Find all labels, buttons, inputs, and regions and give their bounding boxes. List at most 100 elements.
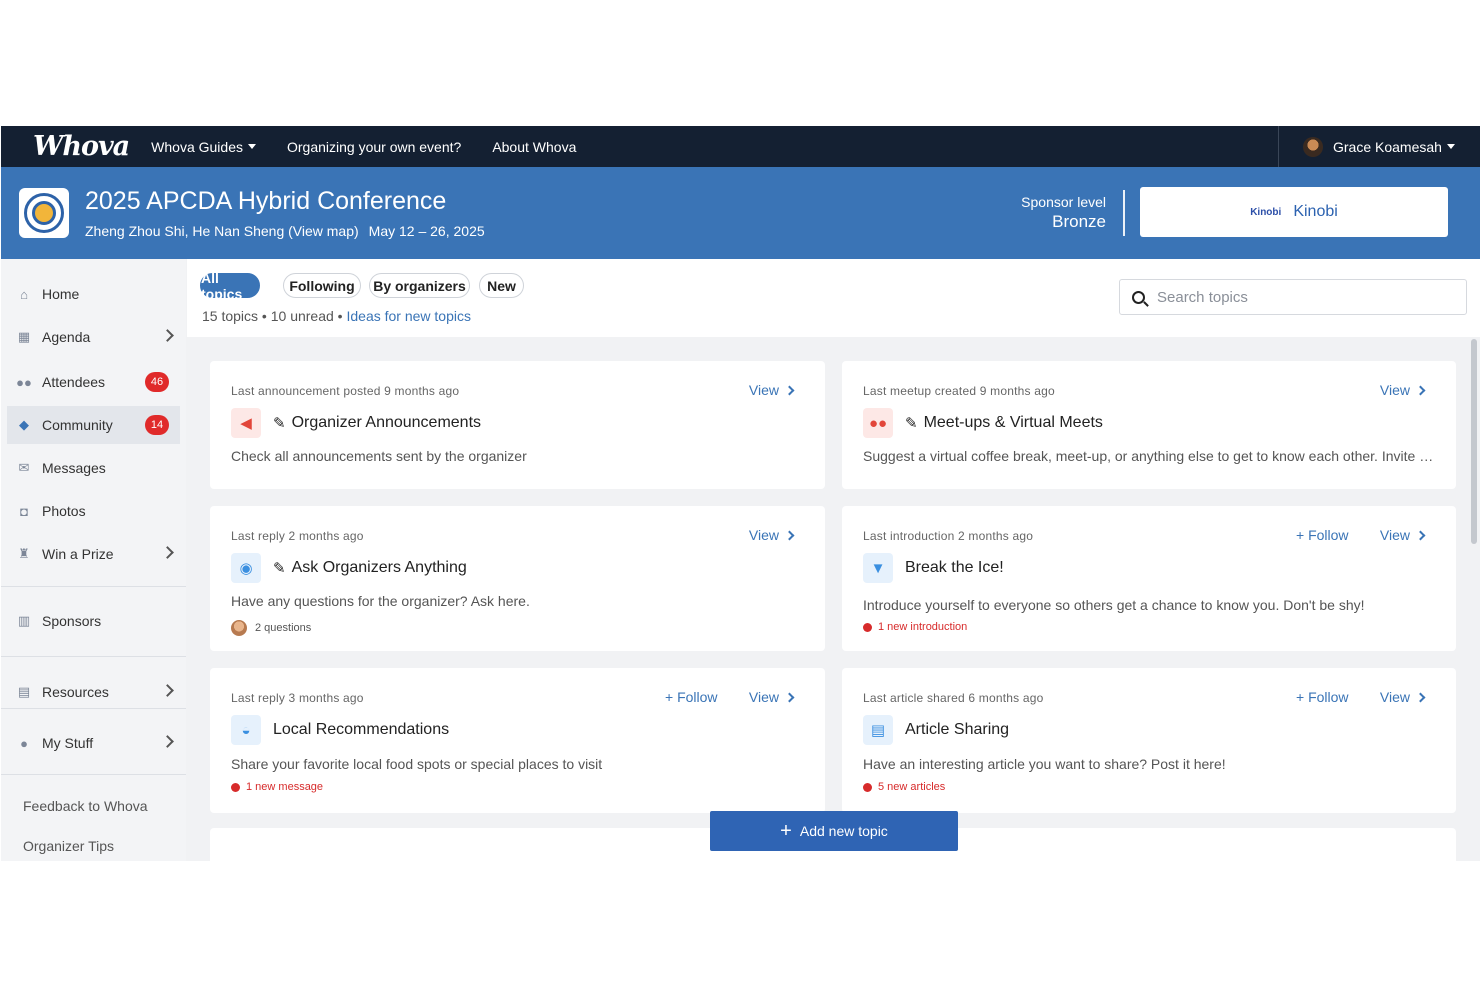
card-title-row: ◀ ✎ Organizer Announcements [231, 408, 481, 438]
follow-button[interactable]: + Follow [1296, 527, 1349, 543]
event-dates: May 12 – 26, 2025 [368, 223, 485, 239]
topics-count: 15 topics [202, 308, 259, 324]
plus-icon: + [780, 820, 792, 842]
speech-bubble-icon: ◉ [231, 553, 261, 583]
calendar-icon: ▦ [17, 329, 31, 344]
caret-down-icon [1446, 144, 1455, 149]
card-title: Ask Organizers Anything [291, 559, 467, 576]
unread-count: 10 unread [270, 308, 334, 324]
user-name: Grace Koamesah [1333, 138, 1442, 155]
event-location[interactable]: Zheng Zhou Shi, He Nan Sheng (View map) [85, 223, 359, 239]
card-title: Article Sharing [905, 721, 1010, 738]
topic-card-article-sharing[interactable]: Last article shared 6 months ago + Follo… [842, 668, 1456, 813]
feedback-link[interactable]: Feedback to Whova [23, 798, 148, 814]
sidebar-item-community[interactable]: ◆ Community 14 [7, 406, 180, 444]
sidebar-divider [1, 774, 186, 775]
app-window: Whova Whova Guides Organizing your own e… [1, 126, 1480, 861]
nav-organizing-event[interactable]: Organizing your own event? [287, 139, 461, 155]
card-meta: Last announcement posted 9 months ago [231, 384, 460, 398]
sponsor-divider [1123, 190, 1125, 236]
chat-icon: ◆ [19, 417, 29, 432]
card-title-row: ◉ ✎ Ask Organizers Anything [231, 553, 467, 583]
sidebar-item-attendees[interactable]: ●● Attendees 46 [7, 363, 180, 401]
tab-new[interactable]: New [479, 273, 524, 298]
user-menu[interactable]: Grace Koamesah [1278, 126, 1480, 167]
whova-logo[interactable]: Whova [33, 131, 130, 162]
sidebar-item-agenda[interactable]: ▦ Agenda [7, 318, 180, 356]
food-bowl-icon: ◒ [231, 715, 261, 745]
follow-button[interactable]: + Follow [1296, 689, 1349, 705]
community-badge: 14 [145, 415, 169, 435]
top-navbar: Whova Whova Guides Organizing your own e… [1, 126, 1480, 167]
sponsor-card[interactable]: Kinobi Kinobi [1140, 187, 1448, 237]
sponsor-name: Kinobi [1293, 203, 1338, 220]
event-banner: 2025 APCDA Hybrid Conference Zheng Zhou … [1, 167, 1480, 259]
tab-all-topics[interactable]: All topics [200, 270, 260, 302]
trophy-icon: ♜ [18, 546, 30, 561]
topic-card-local-recommendations[interactable]: Last reply 3 months ago + Follow View ◒ … [210, 668, 825, 813]
sidebar-item-home[interactable]: ⌂ Home [7, 275, 180, 313]
chevron-right-icon [784, 692, 795, 702]
pin-icon: ✎ [273, 560, 286, 577]
search-icon [1132, 290, 1145, 304]
card-title: Organizer Announcements [291, 414, 482, 431]
sidebar-item-photos[interactable]: ◘ Photos [7, 492, 180, 530]
sidebar-item-my-stuff[interactable]: ● My Stuff [7, 724, 180, 762]
envelope-icon: ✉ [18, 460, 30, 475]
asker-avatar [231, 620, 247, 636]
chevron-right-icon [1415, 530, 1426, 540]
organizer-tips-link[interactable]: Organizer Tips [23, 838, 114, 854]
megaphone-icon: ◀ [231, 408, 261, 438]
chevron-right-icon [784, 385, 795, 395]
chevron-right-icon [1415, 385, 1426, 395]
view-button[interactable]: View [749, 382, 795, 398]
search-input[interactable] [1157, 288, 1457, 306]
unread-dot-icon [863, 622, 872, 632]
sponsor-level: Sponsor level Bronze [1021, 194, 1106, 232]
sponsor-level-label: Sponsor level [1021, 194, 1106, 210]
topic-card-break-the-ice[interactable]: Last introduction 2 months ago + Follow … [842, 506, 1456, 651]
chevron-right-icon [784, 530, 795, 540]
ideas-link[interactable]: Ideas for new topics [346, 308, 471, 324]
card-description: Share your favorite local food spots or … [231, 756, 603, 772]
chevron-right-icon [1415, 692, 1426, 702]
card-title-row: ▼ Break the Ice! [863, 553, 1004, 583]
sidebar-item-resources[interactable]: ▤ Resources [7, 673, 180, 711]
card-meta: Last reply 2 months ago [231, 529, 364, 543]
topic-card-ask-organizers[interactable]: Last reply 2 months ago View ◉ ✎ Ask Org… [210, 506, 825, 651]
view-button[interactable]: View [749, 527, 795, 543]
nav-whova-guides[interactable]: Whova Guides [151, 139, 256, 155]
topic-card-organizer-announcements[interactable]: Last announcement posted 9 months ago Vi… [210, 361, 825, 489]
chevron-right-icon [161, 546, 174, 559]
sponsor-logo: Kinobi [1250, 206, 1282, 218]
sidebar-item-messages[interactable]: ✉ Messages [7, 449, 180, 487]
card-new-indicator: 1 new message [231, 781, 323, 793]
briefcase-icon: ▤ [17, 684, 31, 699]
scrollbar[interactable] [1471, 339, 1477, 544]
event-title: 2025 APCDA Hybrid Conference [85, 187, 447, 215]
pin-icon: ✎ [905, 415, 918, 432]
view-button[interactable]: View [1380, 689, 1426, 705]
topic-card-meet-ups[interactable]: Last meetup created 9 months ago View ●●… [842, 361, 1456, 489]
card-question-count: 2 questions [231, 620, 311, 636]
sidebar-item-sponsors[interactable]: ▥ Sponsors [7, 602, 180, 640]
view-button[interactable]: View [749, 689, 795, 705]
add-new-topic-button[interactable]: + Add new topic [710, 811, 958, 851]
nav-about-whova[interactable]: About Whova [492, 139, 576, 155]
sidebar-item-win-a-prize[interactable]: ♜ Win a Prize [7, 535, 180, 573]
card-title-row: ◒ Local Recommendations [231, 715, 449, 745]
view-button[interactable]: View [1380, 382, 1426, 398]
group-icon: ●● [863, 408, 893, 438]
search-box[interactable] [1119, 279, 1467, 315]
card-meta: Last meetup created 9 months ago [863, 384, 1055, 398]
tab-by-organizers[interactable]: By organizers [369, 273, 470, 298]
follow-button[interactable]: + Follow [665, 689, 718, 705]
card-title-row: ●● ✎ Meet-ups & Virtual Meets [863, 408, 1103, 438]
view-button[interactable]: View [1380, 527, 1426, 543]
sidebar-divider [1, 656, 186, 657]
card-meta: Last reply 3 months ago [231, 691, 364, 705]
event-subtitle: Zheng Zhou Shi, He Nan Sheng (View map) M… [85, 223, 485, 239]
card-description: Introduce yourself to everyone so others… [863, 597, 1365, 613]
card-new-indicator: 1 new introduction [863, 621, 967, 633]
tab-following[interactable]: Following [283, 273, 361, 298]
